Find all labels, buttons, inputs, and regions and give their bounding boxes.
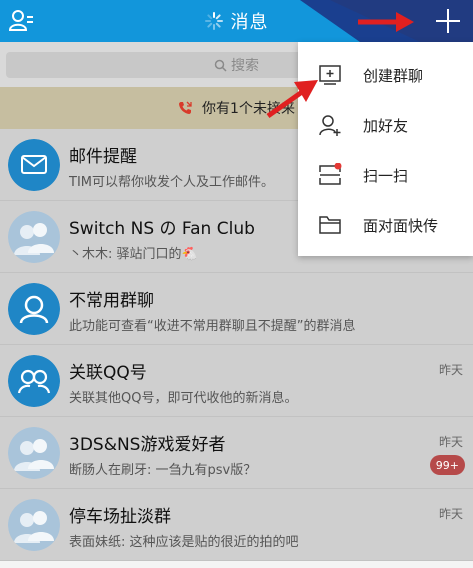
group-avatar-icon: [8, 427, 60, 479]
conversation-preview: 丶木木: 驿站门口的🐔: [69, 247, 198, 262]
conversation-time: 昨天: [438, 507, 463, 521]
group-avatar-icon: [8, 211, 60, 263]
conversation-item[interactable]: 3DS&NS游戏爱好者 断肠人在刷牙: 一刍九有psv版？ 昨天 99+: [0, 417, 473, 489]
menu-item-scan[interactable]: 扫一扫: [298, 150, 473, 200]
plus-icon[interactable]: [433, 6, 463, 36]
link-qq-icon: [8, 355, 60, 407]
conversation-preview: 表面妹纸: 这种应该是贴的很近的拍的吧: [69, 535, 299, 550]
conversation-name: 邮件提醒: [69, 147, 137, 167]
red-arrow-annotation: [266, 80, 318, 119]
scan-icon: [319, 163, 342, 185]
loading-spinner-icon: [204, 12, 223, 30]
menu-item-add-friend[interactable]: 加好友: [298, 100, 473, 150]
conversation-preview: 断肠人在刷牙: 一刍九有psv版？: [69, 463, 257, 478]
search-placeholder: 搜索: [231, 58, 259, 74]
missed-call-icon: [179, 101, 192, 114]
conversation-name: 关联QQ号: [69, 363, 147, 383]
folder-icon: [319, 216, 341, 234]
menu-item-label: 加好友: [363, 116, 409, 135]
conversation-preview: TIM可以帮你收发个人及工作邮件。: [69, 175, 274, 190]
menu-item-label: 创建群聊: [363, 66, 424, 85]
conversation-time: 昨天: [438, 435, 463, 449]
menu-item-label: 扫一扫: [363, 166, 409, 185]
plus-dropdown-menu: 创建群聊 加好友 扫一扫 面对面快传: [298, 42, 473, 256]
group-avatar-icon: [8, 499, 60, 551]
folded-group-icon: [8, 283, 60, 335]
conversation-name: Switch NS の Fan Club: [69, 219, 255, 239]
unread-badge: 99+: [429, 455, 465, 475]
page-title: 消息: [230, 12, 269, 33]
conversation-preview: 关联其他QQ号，即可代收他的新消息。: [69, 391, 298, 406]
create-group-icon: [319, 65, 341, 85]
conversation-preview: 此功能可查看“收进不常用群聊且不提醒”的群消息: [69, 319, 356, 334]
conversation-time: 昨天: [438, 363, 463, 377]
mail-icon: [8, 139, 60, 191]
conversation-name: 不常用群聊: [69, 291, 154, 311]
conversation-item[interactable]: 停车场扯淡群 表面妹纸: 这种应该是贴的很近的拍的吧 昨天: [0, 489, 473, 561]
add-friend-icon: [319, 115, 341, 136]
conversation-name: 3DS&NS游戏爱好者: [69, 435, 226, 455]
menu-item-face-to-face[interactable]: 面对面快传: [298, 200, 473, 250]
menu-item-create-group[interactable]: 创建群聊: [298, 50, 473, 100]
conversation-item[interactable]: 不常用群聊 此功能可查看“收进不常用群聊且不提醒”的群消息: [0, 273, 473, 345]
search-icon: [214, 59, 227, 72]
red-arrow-annotation: [358, 12, 414, 32]
conversation-name: 停车场扯淡群: [69, 507, 171, 527]
menu-item-label: 面对面快传: [363, 216, 439, 235]
conversation-item[interactable]: 关联QQ号 关联其他QQ号，即可代收他的新消息。 昨天: [0, 345, 473, 417]
